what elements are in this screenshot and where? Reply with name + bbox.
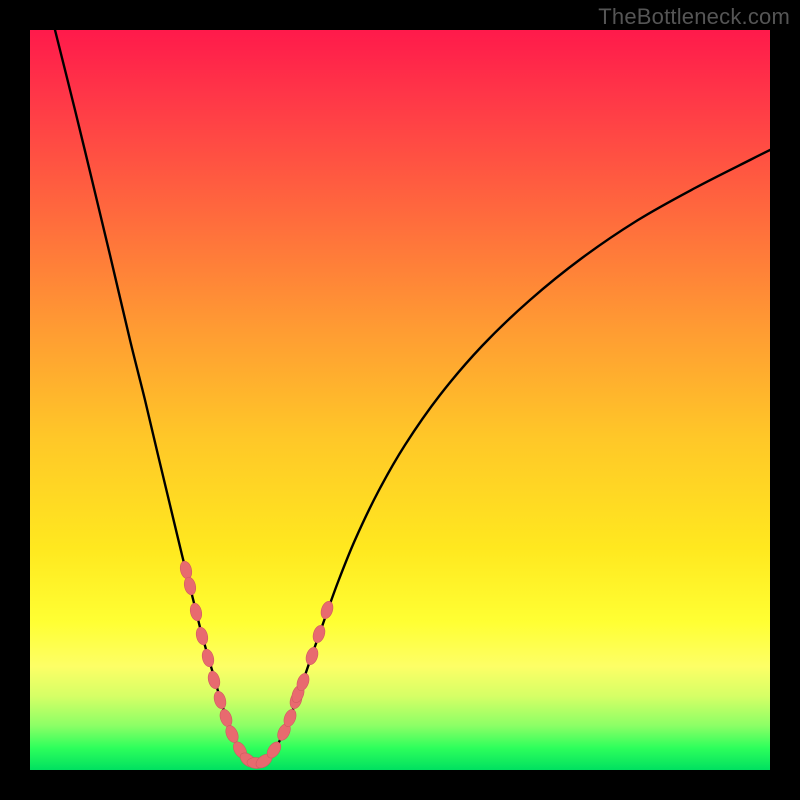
- data-dot: [194, 626, 209, 646]
- data-dot: [311, 624, 327, 645]
- data-dots-group: [178, 560, 335, 770]
- data-dot: [206, 670, 222, 690]
- bottleneck-curve: [55, 30, 770, 763]
- data-dot: [178, 560, 193, 580]
- data-dot: [223, 724, 240, 745]
- plot-area: [30, 30, 770, 770]
- data-dot: [200, 648, 215, 668]
- data-dot: [183, 576, 198, 596]
- watermark-text: TheBottleneck.com: [598, 4, 790, 30]
- chart-frame: TheBottleneck.com: [0, 0, 800, 800]
- data-dot: [212, 690, 228, 710]
- bottleneck-curve-svg: [30, 30, 770, 770]
- data-dot: [304, 646, 320, 667]
- data-dot: [218, 708, 234, 729]
- data-dot: [319, 600, 335, 621]
- data-dot: [189, 602, 204, 622]
